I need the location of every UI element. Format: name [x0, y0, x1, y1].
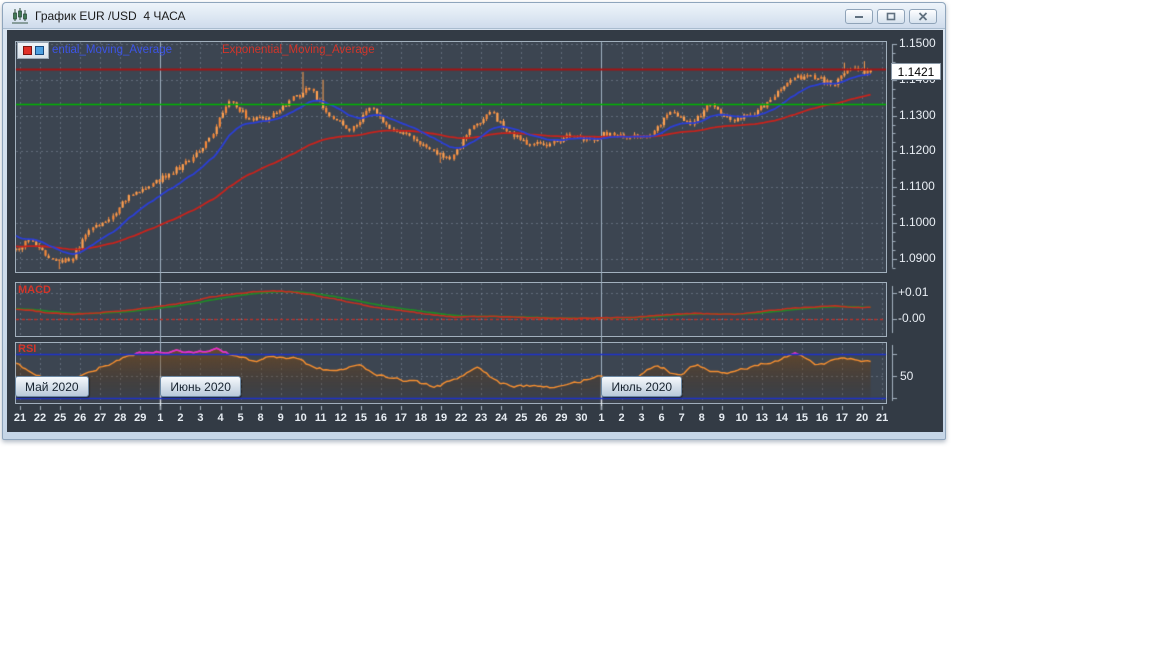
- minimize-icon: [855, 15, 863, 18]
- chart-client-area: ential_Moving_Average Exponential_Moving…: [7, 30, 943, 432]
- chart-canvas[interactable]: [7, 30, 943, 432]
- restore-icon: [886, 12, 896, 21]
- ema-red-swatch[interactable]: [22, 46, 32, 55]
- ema-blue-swatch[interactable]: [34, 46, 44, 55]
- chart-window: График EUR /USD 4 ЧАСА ential_Moving_Ave…: [2, 2, 946, 440]
- minimize-button[interactable]: [845, 9, 873, 24]
- restore-button[interactable]: [877, 9, 905, 24]
- close-button[interactable]: [909, 9, 937, 24]
- close-icon: [918, 12, 928, 21]
- indicator-legend-buttons[interactable]: [17, 42, 49, 59]
- candlestick-chart-icon: [12, 7, 28, 23]
- window-title: График EUR /USD 4 ЧАСА: [35, 8, 186, 23]
- window-titlebar[interactable]: График EUR /USD 4 ЧАСА: [3, 3, 945, 29]
